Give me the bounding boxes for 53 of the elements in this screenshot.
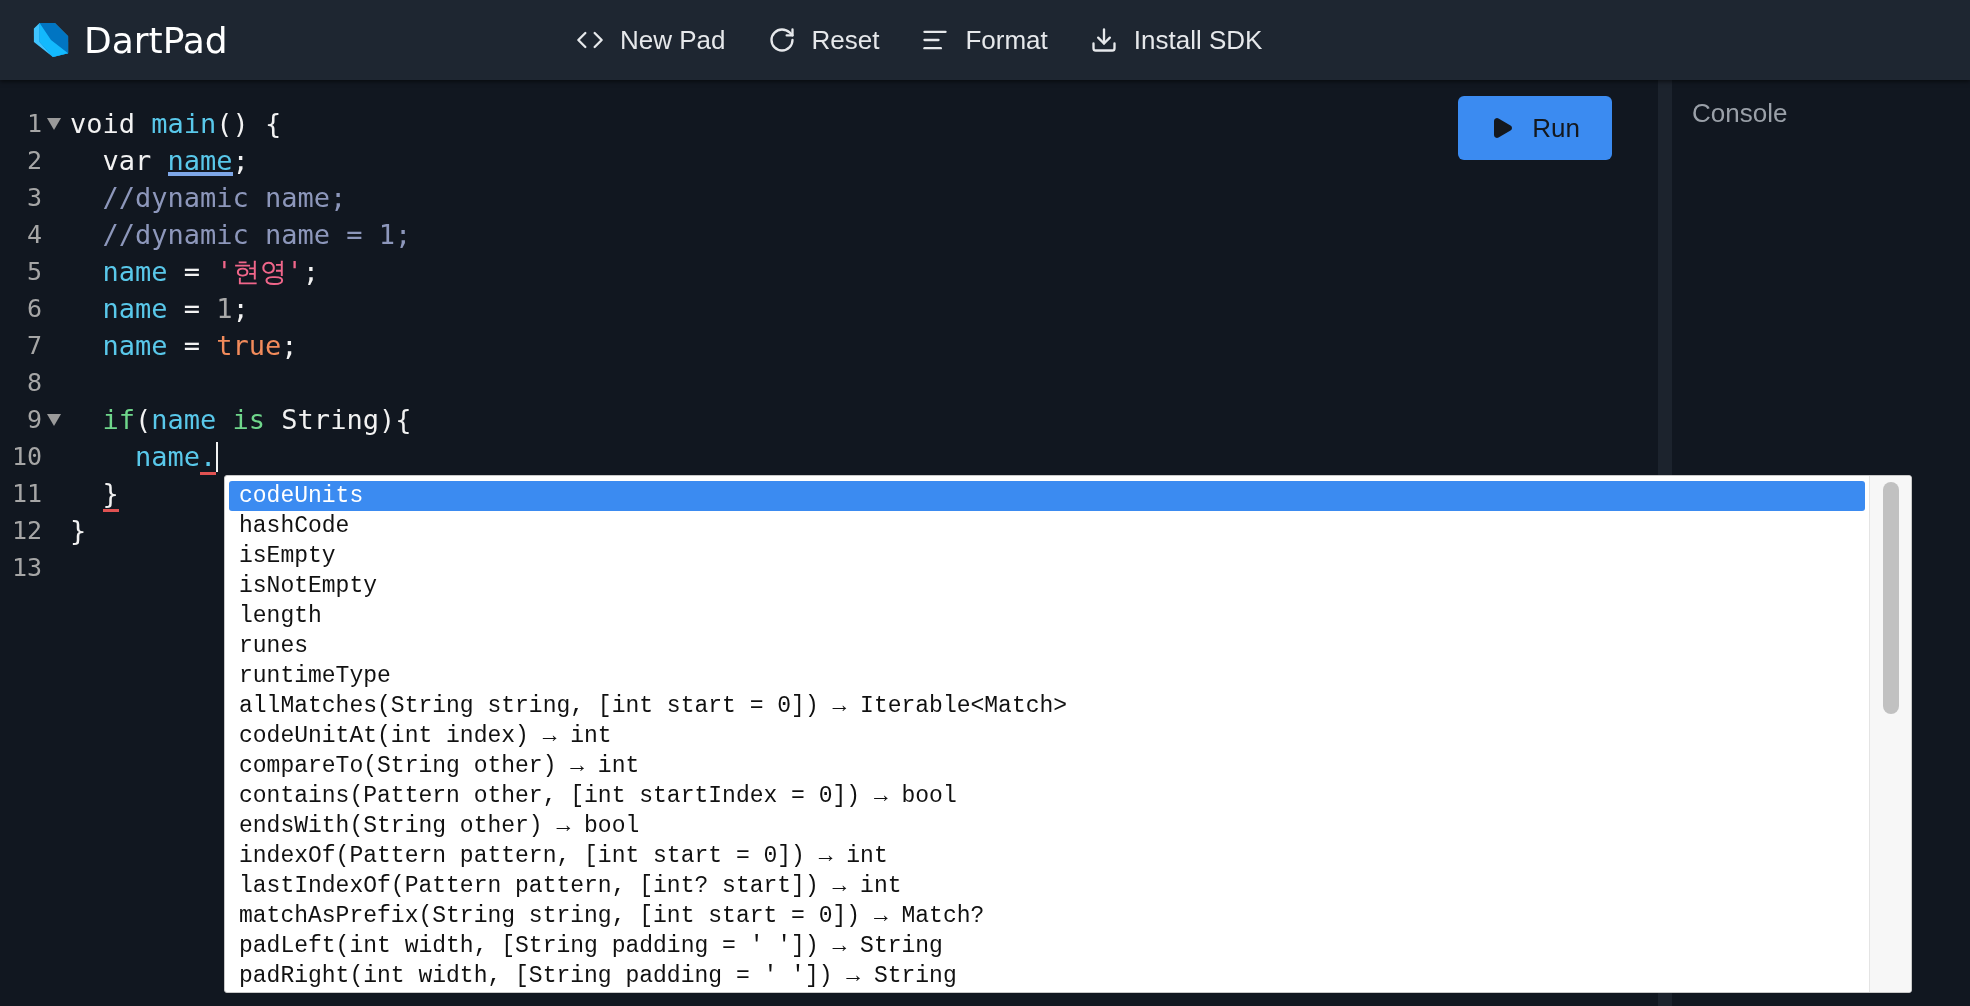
logo-icon	[32, 21, 70, 59]
suggestion-item[interactable]: contains(Pattern other, [int startIndex = 0]) → bool	[229, 781, 1865, 811]
code-line: name = '현영';	[101, 254, 320, 289]
line-number: 4	[25, 220, 42, 249]
suggestion-item[interactable]: endsWith(String other) → bool	[229, 811, 1865, 841]
suggestion-item[interactable]: indexOf(Pattern pattern, [int start = 0]) → int	[229, 841, 1865, 871]
code-line: name = true;	[101, 330, 298, 361]
suggestion-item[interactable]: lastIndexOf(Pattern pattern, [int? start]) → int	[229, 871, 1865, 901]
suggestion-item[interactable]: codeUnitAt(int index) → int	[229, 721, 1865, 751]
fold-arrow-icon[interactable]	[46, 116, 62, 131]
download-icon	[1089, 26, 1118, 54]
code-line: //dynamic name = 1;	[101, 219, 412, 250]
line-number: 6	[25, 294, 42, 323]
code-line: }	[70, 515, 87, 546]
line-number: 5	[25, 257, 42, 286]
toolbar-button[interactable]: Install SDK	[1085, 18, 1267, 62]
suggestion-item[interactable]: isEmpty	[229, 541, 1865, 571]
code-line: name.	[70, 441, 219, 472]
fold-arrow-icon[interactable]	[46, 412, 62, 427]
line-number: 9	[25, 405, 42, 434]
suggestion-item[interactable]: length	[229, 601, 1865, 631]
line-number: 13	[10, 553, 42, 582]
line-number: 2	[25, 146, 42, 175]
line-number: 11	[10, 479, 42, 508]
scrollbar[interactable]	[1869, 476, 1911, 992]
suggestion-item[interactable]: isNotEmpty	[229, 571, 1865, 601]
line-number: 8	[25, 368, 42, 397]
toolbar-button[interactable]: New Pad	[572, 18, 730, 62]
app-title: DartPad	[84, 19, 228, 61]
code-line: name = 1;	[101, 293, 249, 324]
line-number: 1	[25, 109, 42, 138]
refresh-icon	[767, 26, 796, 54]
console-title: Console	[1691, 97, 1789, 129]
suggestion-item[interactable]: padLeft(int width, [String padding = ' ']) → String	[229, 931, 1865, 961]
run-button[interactable]: Run	[1458, 96, 1612, 160]
line-number: 12	[10, 516, 42, 545]
suggestion-item[interactable]: hashCode	[229, 511, 1865, 541]
code-line: var name;	[70, 145, 249, 176]
suggestion-item[interactable]: runes	[229, 631, 1865, 661]
suggestion-item[interactable]: matchAsPrefix(String string, [int start = 0]) → Match?	[229, 901, 1865, 931]
code-line: }	[70, 478, 119, 509]
line-number: 3	[25, 183, 42, 212]
suggestion-item[interactable]: allMatches(String string, [int start = 0]) → Iterable<Match>	[229, 691, 1865, 721]
line-number: 7	[25, 331, 42, 360]
code-line: if(name is String){	[101, 404, 412, 435]
suggestion-item[interactable]: compareTo(String other) → int	[229, 751, 1865, 781]
toolbar-button[interactable]: Reset	[763, 18, 884, 62]
code-line: //dynamic name;	[101, 182, 347, 213]
toolbar-button[interactable]: Format	[917, 18, 1052, 62]
line-number: 10	[10, 442, 42, 471]
suggestion-item[interactable]: runtimeType	[229, 661, 1865, 691]
suggestion-item[interactable]: padRight(int width, [String padding = ' ']) → String	[229, 961, 1865, 991]
code-line: void main() {	[70, 108, 282, 139]
